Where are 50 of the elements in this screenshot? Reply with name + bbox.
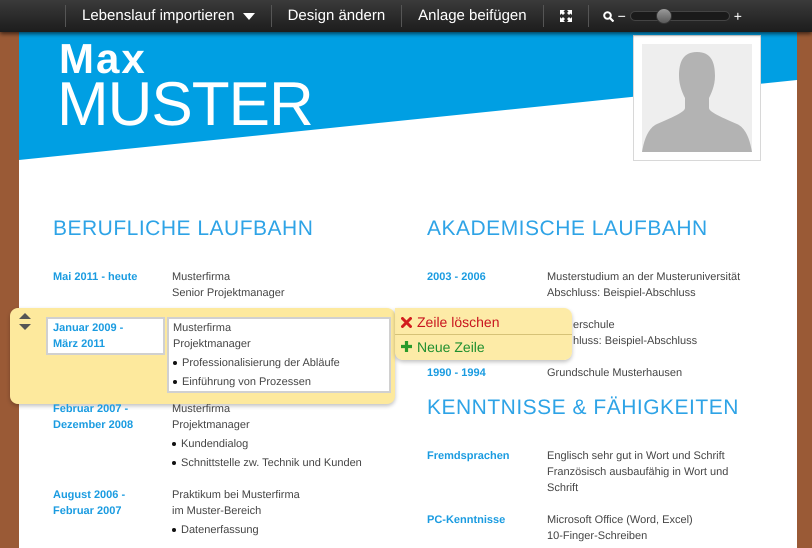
entry-text: Projektmanager [173, 337, 252, 352]
bullet-text: Datenerfassung [181, 523, 259, 538]
entry-text: Französisch ausbaufähig in Wort und [547, 465, 730, 480]
entry-text: Musterstudium an der Musteruniversität [547, 270, 742, 285]
entry-text: Abschluss: Beispiel-Abschluss [547, 286, 697, 301]
entry-text: 10-Finger-Schreiben [547, 529, 648, 544]
entry-text: Praktikum bei Musterfirma [172, 488, 301, 503]
entry-date: 2003 - 2006 [427, 270, 487, 285]
bullet-text: Kundendialog [181, 437, 248, 452]
zoom-out-button[interactable]: − [618, 9, 626, 23]
entry-text: Schrift [547, 481, 580, 496]
toolbar-button[interactable]: Anlage beifügen [402, 2, 543, 30]
section-heading: AKADEMISCHE LAUFBAHN [427, 218, 709, 239]
entry-text: Musterfirma [172, 270, 232, 285]
entry-date: Januar 2009 - März 2011 [46, 317, 165, 355]
entry-text: Senior Projektmanager [172, 286, 286, 301]
search-icon [602, 10, 614, 22]
add-row-button[interactable]: Neue Zeile [395, 334, 572, 358]
section-heading: BERUFLICHE LAUFBAHN [53, 218, 314, 239]
entry-text: Projektmanager [172, 418, 251, 433]
fullscreen-icon [560, 10, 572, 22]
zoom-in-button[interactable]: + [734, 9, 742, 23]
entry-date: Februar 2007 - Dezember 2008 [53, 402, 134, 433]
entry-text: Microsoft Office (Word, Excel) [547, 513, 694, 528]
move-arrows-icon[interactable] [19, 313, 31, 331]
entry-text: Englisch sehr gut in Wort und Schrift [547, 449, 726, 464]
caret-icon [242, 12, 255, 20]
entry-date: Fremdsprachen [427, 449, 511, 464]
slider-thumb[interactable] [656, 8, 672, 24]
zoom-slider[interactable] [630, 11, 730, 21]
entry-date: PC-Kenntnisse [427, 513, 506, 528]
import-menu-button[interactable]: Lebenslauf importieren [66, 2, 271, 30]
toolbar-button[interactable]: Design ändern [272, 2, 402, 30]
bullet-text: Einführung von Prozessen [182, 375, 312, 390]
entry-date: 1990 - 1994 [427, 366, 487, 381]
entry-text: im Muster-Bereich [172, 504, 262, 519]
entry-text: hluss: Beispiel-Abschluss [573, 334, 698, 349]
entry-date: Mai 2011 - heute [53, 270, 138, 285]
entry-date: August 2006 - Februar 2007 [53, 488, 126, 519]
entry-text: erschule [573, 318, 616, 333]
close-icon [401, 316, 412, 328]
bullet-text: Professionalisierung der Abläufe [182, 356, 340, 371]
delete-row-button[interactable]: Zeile löschen [395, 310, 572, 334]
entry-text: Musterfirma [172, 402, 232, 417]
entry-text: Musterfirma [173, 321, 232, 336]
avatar-silhouette-icon [642, 44, 752, 152]
bullet-text: Schnittstelle zw. Technik und Kunden [181, 456, 362, 471]
plus-icon [401, 341, 412, 352]
section-heading: KENNTNISSE & FÄHIGKEITEN [427, 397, 740, 418]
entry-text: Grundschule Musterhausen [547, 366, 684, 381]
